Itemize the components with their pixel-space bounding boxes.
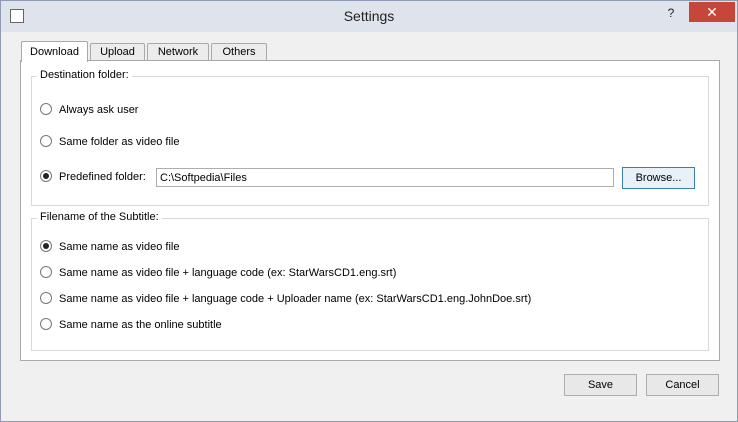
radio-button[interactable] bbox=[40, 318, 52, 330]
destination-folder-title: Destination folder: bbox=[37, 69, 132, 81]
subtitle-filename-group: Filename of the Subtitle: Same name as v… bbox=[31, 211, 709, 351]
browse-button[interactable]: Browse... bbox=[622, 167, 695, 189]
window-title: Settings bbox=[343, 8, 395, 24]
radio-label: Same name as video file + language code … bbox=[59, 267, 397, 279]
radio-button[interactable] bbox=[40, 170, 52, 182]
download-tab-panel: Destination folder: Always ask user Same… bbox=[20, 60, 720, 361]
radio-label: Predefined folder: bbox=[59, 171, 146, 183]
radio-button[interactable] bbox=[40, 266, 52, 278]
close-button[interactable]: ✕ bbox=[689, 2, 735, 22]
tab-download[interactable]: Download bbox=[21, 41, 88, 62]
radio-button[interactable] bbox=[40, 292, 52, 304]
radio-label: Same folder as video file bbox=[59, 136, 180, 148]
tab-others[interactable]: Others bbox=[211, 43, 267, 60]
radio-label: Always ask user bbox=[59, 104, 139, 116]
tab-upload[interactable]: Upload bbox=[90, 43, 145, 60]
radio-label: Same name as the online subtitle bbox=[59, 319, 222, 331]
cancel-button[interactable]: Cancel bbox=[646, 374, 719, 396]
title-bar[interactable]: Settings ? ✕ bbox=[1, 1, 737, 32]
subtitle-filename-title: Filename of the Subtitle: bbox=[37, 211, 162, 223]
radio-label: Same name as video file + language code … bbox=[59, 293, 532, 305]
tab-network[interactable]: Network bbox=[147, 43, 209, 60]
save-button[interactable]: Save bbox=[564, 374, 637, 396]
radio-button[interactable] bbox=[40, 240, 52, 252]
folder-path-input[interactable] bbox=[156, 168, 614, 187]
help-button[interactable]: ? bbox=[663, 6, 679, 22]
radio-label: Same name as video file bbox=[59, 241, 180, 253]
destination-folder-group: Destination folder: Always ask user Same… bbox=[31, 69, 709, 206]
radio-button[interactable] bbox=[40, 103, 52, 115]
settings-window: Settings ? ✕ Download Upload Network Oth… bbox=[0, 0, 738, 422]
radio-button[interactable] bbox=[40, 135, 52, 147]
